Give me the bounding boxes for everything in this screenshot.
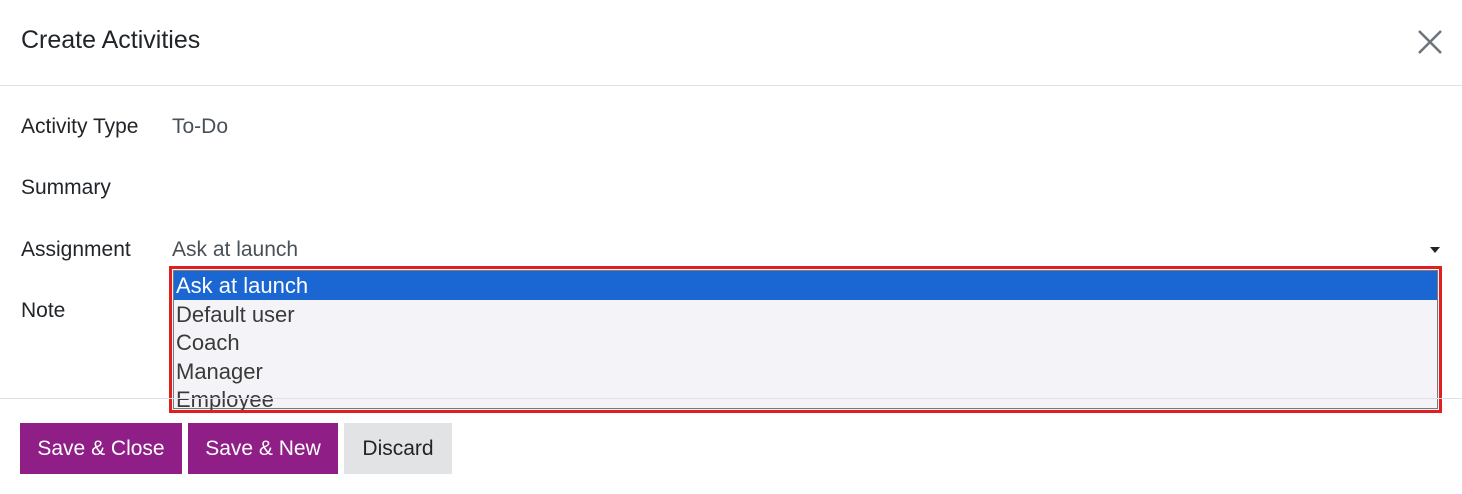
option-ask-at-launch[interactable]: Ask at launch <box>174 271 1437 300</box>
option-manager[interactable]: Manager <box>174 357 1437 386</box>
option-coach[interactable]: Coach <box>174 328 1437 357</box>
save-close-button[interactable]: Save & Close <box>20 423 182 474</box>
dropdown-options-container: Ask at launch Default user Coach Manager… <box>173 270 1438 410</box>
assignment-selected-value: Ask at launch <box>172 238 299 261</box>
assignment-select[interactable]: Ask at launch <box>172 236 1447 264</box>
dialog-header: Create Activities <box>0 0 1462 86</box>
summary-label: Summary <box>21 176 111 199</box>
create-activities-dialog: Create Activities Activity Type To-Do Su… <box>0 0 1462 494</box>
save-new-button[interactable]: Save & New <box>188 423 338 474</box>
note-label: Note <box>21 299 66 322</box>
dialog-title: Create Activities <box>21 26 201 54</box>
option-default-user[interactable]: Default user <box>174 300 1437 329</box>
activity-type-label: Activity Type <box>21 115 139 138</box>
dialog-footer: Save & Close Save & New Discard <box>0 398 1462 494</box>
assignment-dropdown-list: Ask at launch Default user Coach Manager… <box>169 266 1442 413</box>
discard-button[interactable]: Discard <box>344 423 452 474</box>
close-icon[interactable] <box>1414 26 1446 58</box>
activity-type-value[interactable]: To-Do <box>172 114 228 140</box>
caret-down-icon <box>1430 247 1440 253</box>
assignment-label: Assignment <box>21 238 131 261</box>
